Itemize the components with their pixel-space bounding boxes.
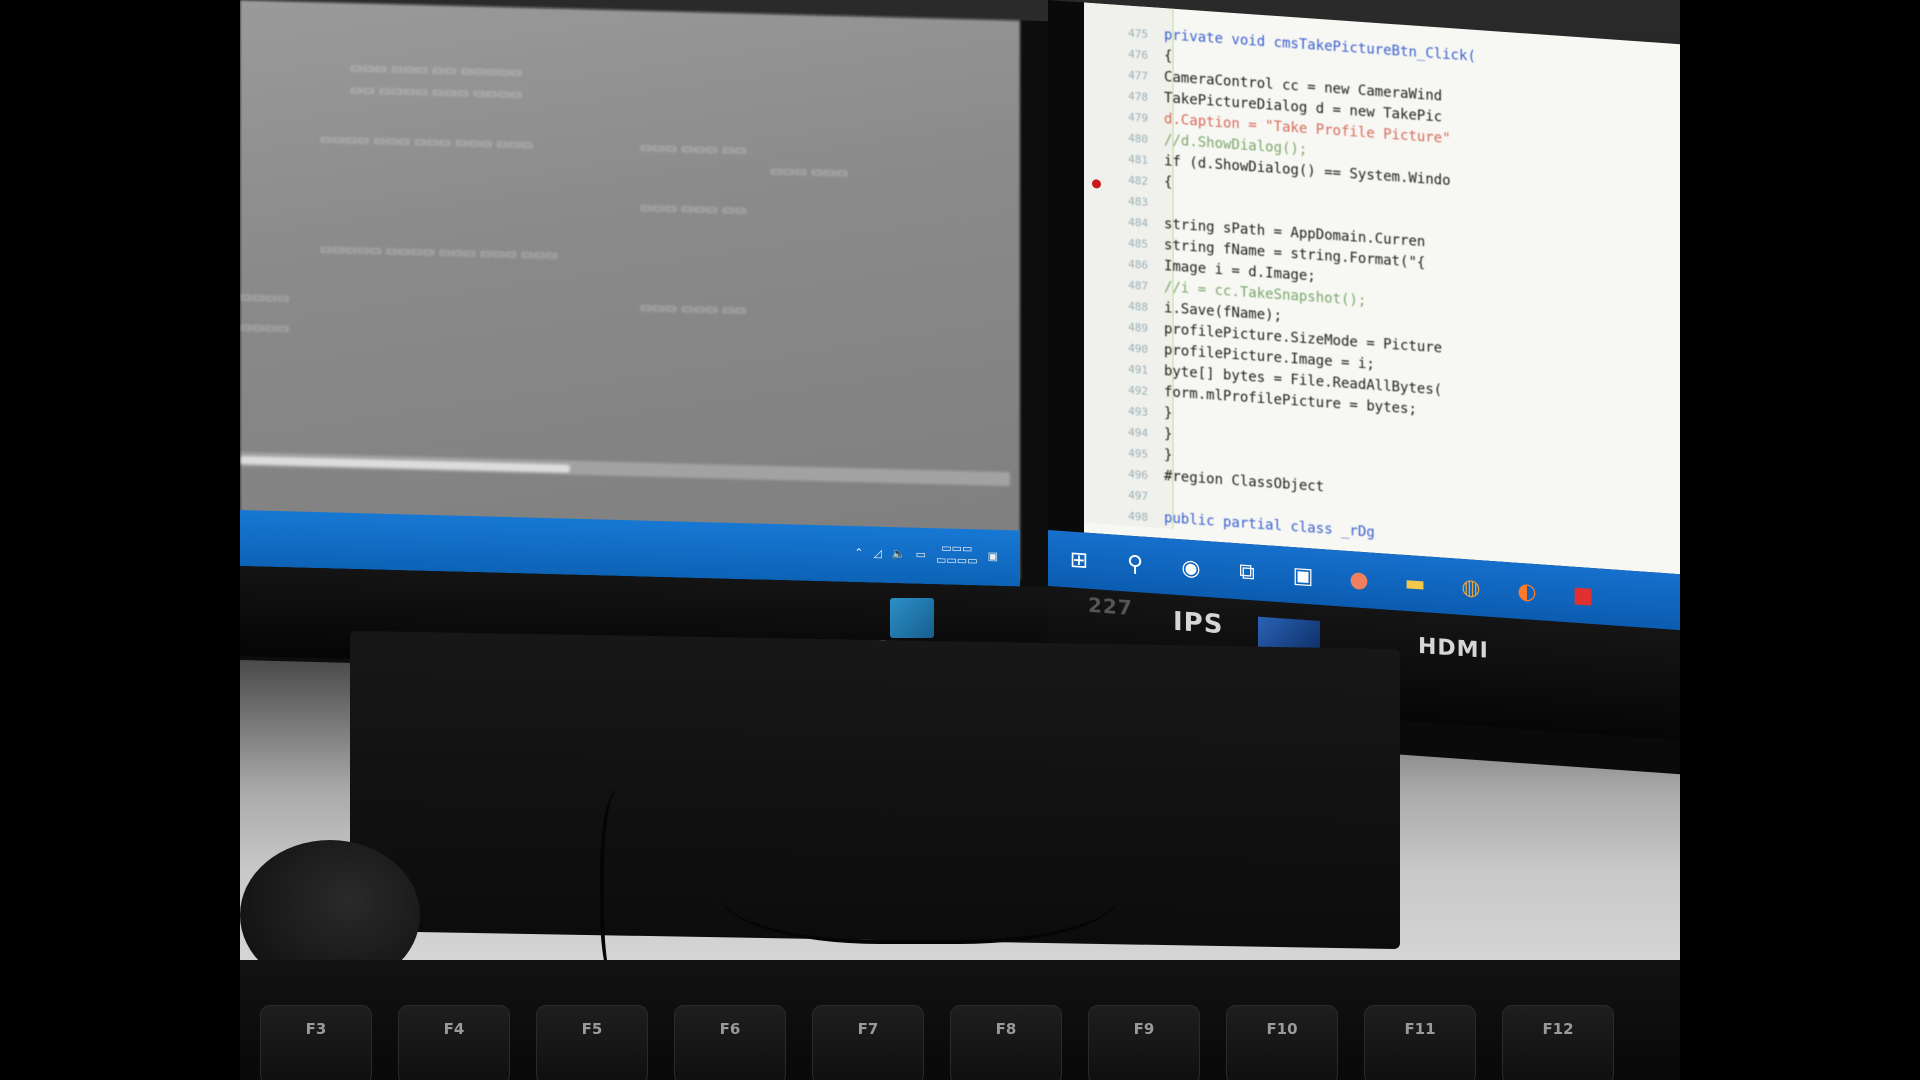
- line-number: 484: [1128, 215, 1148, 230]
- line-number: 487: [1128, 278, 1148, 293]
- key-f7[interactable]: F7: [812, 1005, 924, 1080]
- key-f3[interactable]: F3: [260, 1005, 372, 1080]
- code-text: {: [1164, 174, 1173, 191]
- line-number: 476: [1128, 47, 1148, 62]
- notification-icon[interactable]: ▣: [988, 549, 998, 562]
- key-f6[interactable]: F6: [674, 1005, 786, 1080]
- cortana-icon[interactable]: ◉: [1174, 550, 1208, 586]
- key-f4[interactable]: F4: [398, 1005, 510, 1080]
- network-icon[interactable]: ◿: [873, 546, 881, 559]
- search-icon[interactable]: ⚲: [1118, 546, 1152, 582]
- line-number: 480: [1128, 131, 1148, 146]
- line-number: 497: [1128, 488, 1148, 503]
- line-number: 477: [1128, 68, 1148, 83]
- line-number: 481: [1128, 152, 1148, 167]
- key-f9[interactable]: F9: [1088, 1005, 1200, 1080]
- left-monitor: ▭▭▭ ▭▭▭ ▭▭ ▭▭▭▭▭ ▭▭ ▭▭▭▭ ▭▭▭ ▭▭▭▭ ▭▭▭▭ ▭…: [240, 0, 1050, 682]
- line-number: 489: [1128, 320, 1148, 335]
- line-number: 486: [1128, 257, 1148, 272]
- paint-icon[interactable]: ●: [1342, 562, 1376, 598]
- key-f12[interactable]: F12: [1502, 1005, 1614, 1080]
- line-number: 483: [1128, 194, 1148, 209]
- line-number: 495: [1128, 446, 1148, 461]
- code-editor: 475 private void cmsTakePictureBtn_Click(…: [1084, 2, 1680, 575]
- line-number: 478: [1128, 89, 1148, 104]
- line-number: 490: [1128, 341, 1148, 356]
- hdmi-label: HDMI: [1418, 633, 1489, 664]
- code-text: }: [1164, 447, 1173, 464]
- blurred-text: ▭▭▭▭: [240, 290, 290, 307]
- chrome-icon[interactable]: ◍: [1454, 569, 1488, 605]
- cable: [720, 820, 1120, 944]
- code-text: #region ClassObject: [1164, 468, 1325, 496]
- intel-sticker-icon: [890, 598, 934, 638]
- code-text: private void cmsTakePictureBtn_Click(: [1164, 27, 1476, 65]
- blurred-text: ▭▭▭ ▭▭▭ ▭▭ ▭▭▭▭▭: [350, 60, 523, 81]
- language-icon[interactable]: ▭: [916, 547, 926, 560]
- line-number: 491: [1128, 362, 1148, 377]
- code-text: public partial class _rDg: [1164, 510, 1375, 541]
- blurred-text: ▭▭ ▭▭▭▭ ▭▭▭ ▭▭▭▭: [350, 82, 523, 103]
- code-text: }: [1164, 405, 1173, 422]
- system-tray: ⌃ ◿ 🔈 ▭ ▭▭▭ ▭▭▭▭ ▣: [854, 540, 998, 568]
- blurred-text: ▭▭▭▭▭ ▭▭▭▭ ▭▭▭ ▭▭▭ ▭▭▭: [320, 242, 558, 264]
- line-number: 485: [1128, 236, 1148, 251]
- ips-label: IPS: [1173, 606, 1224, 641]
- line-number: 475: [1128, 26, 1148, 41]
- key-f11[interactable]: F11: [1364, 1005, 1476, 1080]
- volume-icon[interactable]: 🔈: [892, 547, 906, 560]
- store-icon[interactable]: ▣: [1286, 558, 1320, 594]
- blurred-text: ▭▭▭ ▭▭▭ ▭▭: [640, 140, 747, 159]
- line-number: 496: [1128, 467, 1148, 482]
- blurred-text: ▭▭▭▭: [240, 320, 290, 337]
- model-label: 227: [1088, 592, 1133, 620]
- code-text: }: [1164, 426, 1173, 443]
- blurred-text: ▭▭▭ ▭▭▭ ▭▭: [640, 300, 747, 319]
- firefox-icon[interactable]: ◐: [1510, 573, 1544, 609]
- key-f10[interactable]: F10: [1226, 1005, 1338, 1080]
- line-number: 494: [1128, 425, 1148, 440]
- line-number: 498: [1128, 509, 1148, 524]
- key-f8[interactable]: F8: [950, 1005, 1062, 1080]
- line-number: 488: [1128, 299, 1148, 314]
- task-view-icon[interactable]: ⧉: [1230, 554, 1264, 590]
- clock[interactable]: ▭▭▭ ▭▭▭▭: [936, 541, 978, 567]
- file-explorer-icon[interactable]: ▬: [1398, 565, 1432, 601]
- blurred-text: ▭▭▭ ▭▭▭ ▭▭: [640, 200, 747, 219]
- line-number: 482: [1128, 173, 1148, 188]
- windows-start-icon[interactable]: ⊞: [1062, 542, 1096, 578]
- horizontal-scrollbar[interactable]: [240, 452, 1010, 487]
- code-text: {: [1164, 48, 1173, 65]
- line-number: 492: [1128, 383, 1148, 398]
- chevron-up-icon[interactable]: ⌃: [854, 546, 863, 559]
- app-icon[interactable]: ■: [1566, 577, 1600, 613]
- line-number: 493: [1128, 404, 1148, 419]
- blurred-text: ▭▭▭▭ ▭▭▭ ▭▭▭ ▭▭▭ ▭▭▭: [320, 132, 534, 153]
- left-screen: ▭▭▭ ▭▭▭ ▭▭ ▭▭▭▭▭ ▭▭ ▭▭▭▭ ▭▭▭ ▭▭▭▭ ▭▭▭▭ ▭…: [240, 0, 1020, 581]
- photo-scene: ▭▭▭ ▭▭▭ ▭▭ ▭▭▭▭▭ ▭▭ ▭▭▭▭ ▭▭▭ ▭▭▭▭ ▭▭▭▭ ▭…: [240, 0, 1680, 1080]
- blurred-text: ▭▭▭ ▭▭▭: [770, 163, 848, 181]
- line-number: 479: [1128, 110, 1148, 125]
- key-f5[interactable]: F5: [536, 1005, 648, 1080]
